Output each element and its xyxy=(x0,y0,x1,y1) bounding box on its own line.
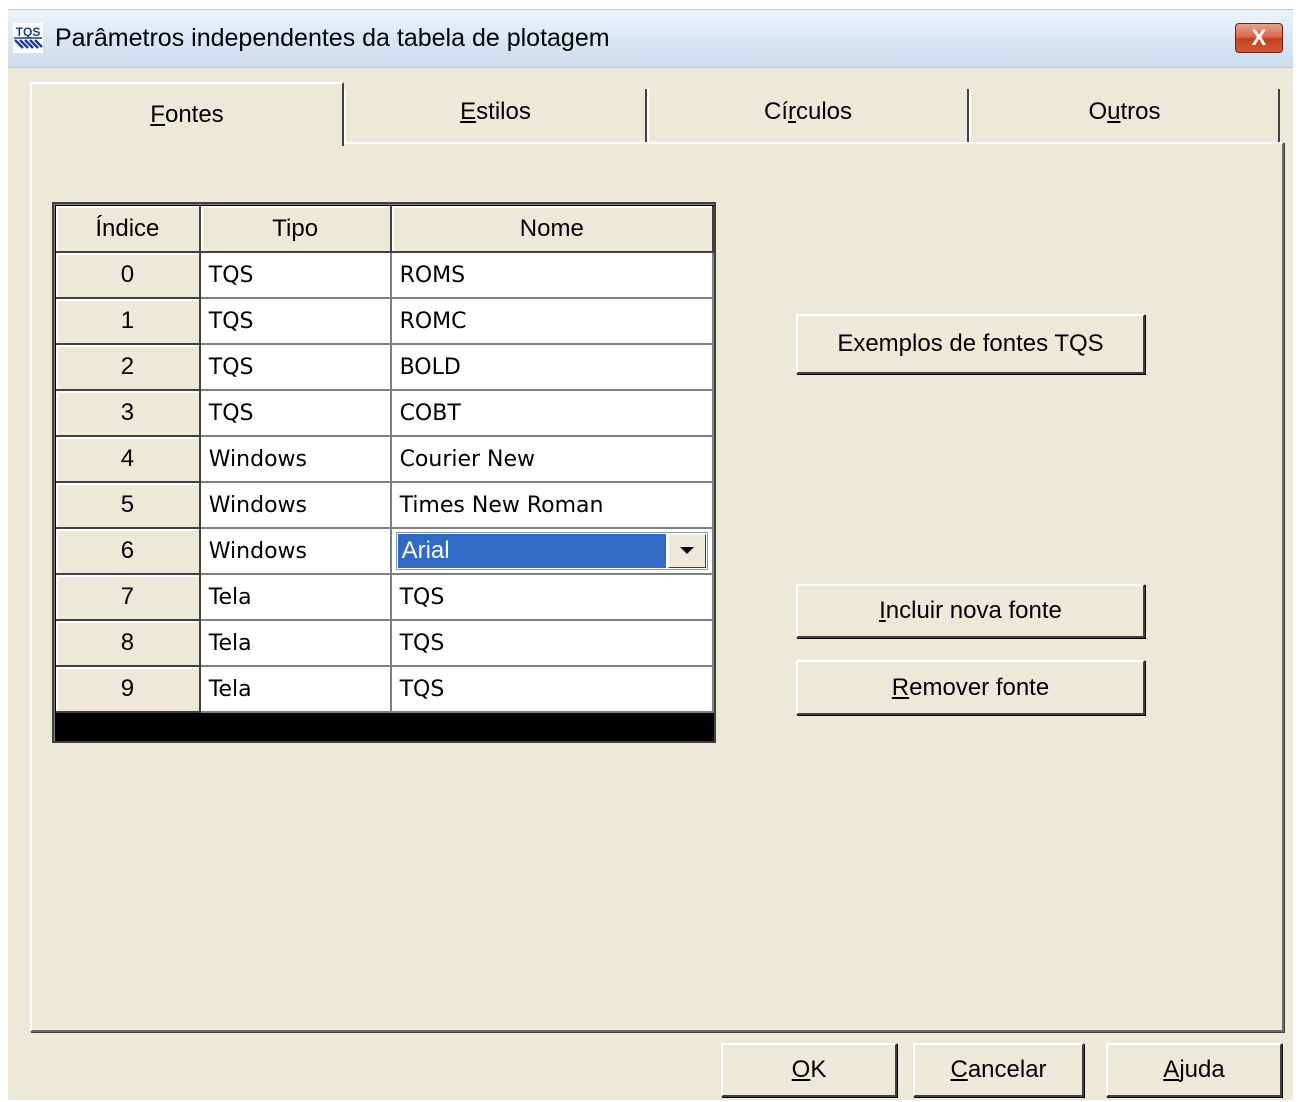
row-index-cell[interactable]: 8 xyxy=(56,620,201,667)
row-index-cell[interactable]: 7 xyxy=(56,574,201,621)
tipo-cell[interactable]: Tela xyxy=(199,620,392,667)
table-row: 2 TQS BOLD xyxy=(56,344,715,391)
incluir-fonte-mnemonic: I xyxy=(879,597,886,624)
table-row: 8 Tela TQS xyxy=(56,620,715,667)
row-index-cell[interactable]: 1 xyxy=(56,298,201,345)
nome-cell[interactable]: Times New Roman xyxy=(390,482,715,529)
nome-cell[interactable]: BOLD xyxy=(390,344,715,391)
ajuda-button[interactable]: Ajuda xyxy=(1106,1043,1282,1097)
exemplos-fontes-label: Exemplos de fontes TQS xyxy=(837,330,1104,357)
dropdown-button[interactable] xyxy=(668,534,706,568)
nome-cell[interactable]: Courier New xyxy=(390,436,715,483)
tab-circulos-mnemonic: r xyxy=(787,98,796,125)
tab-outros-mnemonic: u xyxy=(1107,98,1121,125)
ajuda-mnemonic: A xyxy=(1163,1056,1180,1083)
table-row: 3 TQS COBT xyxy=(56,390,715,437)
remover-fonte-button[interactable]: Remover fonte xyxy=(796,660,1145,715)
svg-text:TQS: TQS xyxy=(16,25,41,39)
table-row: 4 Windows Courier New xyxy=(56,436,715,483)
tab-estilos[interactable]: Estilos xyxy=(344,89,647,143)
chevron-down-icon xyxy=(680,547,694,554)
header-tipo[interactable]: Tipo xyxy=(199,206,392,253)
tab-estilos-mnemonic: E xyxy=(460,98,477,125)
tqs-app-icon: TQS xyxy=(13,23,43,53)
tipo-cell[interactable]: TQS xyxy=(199,252,392,299)
close-icon: X xyxy=(1251,25,1267,50)
tipo-cell[interactable]: Windows xyxy=(199,482,392,529)
tab-fontes-label: ontes xyxy=(164,101,224,128)
cancelar-label: ancelar xyxy=(967,1056,1047,1083)
nome-cell-editing: Arial xyxy=(390,528,715,575)
tab-circulos-prefix: Cí xyxy=(763,98,788,125)
row-index-cell[interactable]: 9 xyxy=(56,666,201,713)
tab-circulos-label: culos xyxy=(795,98,853,125)
nome-cell[interactable]: ROMC xyxy=(390,298,715,345)
row-index-cell[interactable]: 5 xyxy=(56,482,201,529)
table-row: 7 Tela TQS xyxy=(56,574,715,621)
fonts-table: Índice Tipo Nome 0 TQS ROMS 1 TQS ROMC 2… xyxy=(56,206,715,713)
window-title: Parâmetros independentes da tabela de pl… xyxy=(55,24,610,52)
ok-mnemonic: O xyxy=(791,1056,811,1083)
tipo-cell[interactable]: TQS xyxy=(199,298,392,345)
tipo-cell[interactable]: Windows xyxy=(199,528,392,575)
dialog-window: TQS Parâmetros independentes da tabela d… xyxy=(8,9,1293,1100)
row-index-cell[interactable]: 3 xyxy=(56,390,201,437)
tipo-cell[interactable]: Tela xyxy=(199,574,392,621)
row-index-cell[interactable]: 2 xyxy=(56,344,201,391)
tipo-cell[interactable]: Tela xyxy=(199,666,392,713)
tab-estilos-label: stilos xyxy=(476,98,531,125)
tab-circulos[interactable]: Círculos xyxy=(647,89,969,143)
row-index-cell[interactable]: 6 xyxy=(56,528,201,575)
tab-outros-prefix: O xyxy=(1088,98,1108,125)
header-nome[interactable]: Nome xyxy=(390,206,715,253)
table-row: 6 Windows Arial xyxy=(56,528,715,575)
tipo-cell[interactable]: TQS xyxy=(199,390,392,437)
tab-outros-label: tros xyxy=(1120,98,1161,125)
incluir-fonte-label: ncluir nova fonte xyxy=(885,597,1062,624)
close-button[interactable]: X xyxy=(1235,23,1283,53)
table-row: 0 TQS ROMS xyxy=(56,252,715,299)
tab-fontes-mnemonic: F xyxy=(150,101,165,128)
nome-cell[interactable]: ROMS xyxy=(390,252,715,299)
cancelar-button[interactable]: Cancelar xyxy=(913,1043,1084,1097)
nome-cell[interactable]: TQS xyxy=(390,574,715,621)
exemplos-fontes-button[interactable]: Exemplos de fontes TQS xyxy=(796,314,1145,374)
tab-outros[interactable]: Outros xyxy=(969,89,1280,143)
cancelar-mnemonic: C xyxy=(950,1056,968,1083)
remover-fonte-mnemonic: R xyxy=(891,674,910,701)
incluir-fonte-button[interactable]: Incluir nova fonte xyxy=(796,584,1145,638)
tipo-cell[interactable]: Windows xyxy=(199,436,392,483)
nome-cell[interactable]: COBT xyxy=(390,390,715,437)
table-row: 5 Windows Times New Roman xyxy=(56,482,715,529)
table-row: 1 TQS ROMC xyxy=(56,298,715,345)
tipo-cell[interactable]: TQS xyxy=(199,344,392,391)
nome-cell[interactable]: TQS xyxy=(390,666,715,713)
ajuda-label: juda xyxy=(1179,1056,1225,1083)
nome-cell[interactable]: TQS xyxy=(390,620,715,667)
ok-label: K xyxy=(810,1056,827,1083)
remover-fonte-label: emover fonte xyxy=(909,674,1050,701)
font-name-dropdown[interactable]: Arial xyxy=(395,532,708,570)
header-indice[interactable]: Índice xyxy=(56,206,201,253)
font-name-selected-value[interactable]: Arial xyxy=(397,534,666,568)
ok-button[interactable]: OK xyxy=(721,1043,897,1097)
title-bar[interactable]: TQS Parâmetros independentes da tabela d… xyxy=(8,10,1293,68)
row-index-cell[interactable]: 4 xyxy=(56,436,201,483)
row-index-cell[interactable]: 0 xyxy=(56,252,201,299)
tab-fontes[interactable]: Fontes xyxy=(30,82,344,146)
table-row: 9 Tela TQS xyxy=(56,666,715,713)
fonts-grid[interactable]: Índice Tipo Nome 0 TQS ROMS 1 TQS ROMC 2… xyxy=(52,202,716,743)
